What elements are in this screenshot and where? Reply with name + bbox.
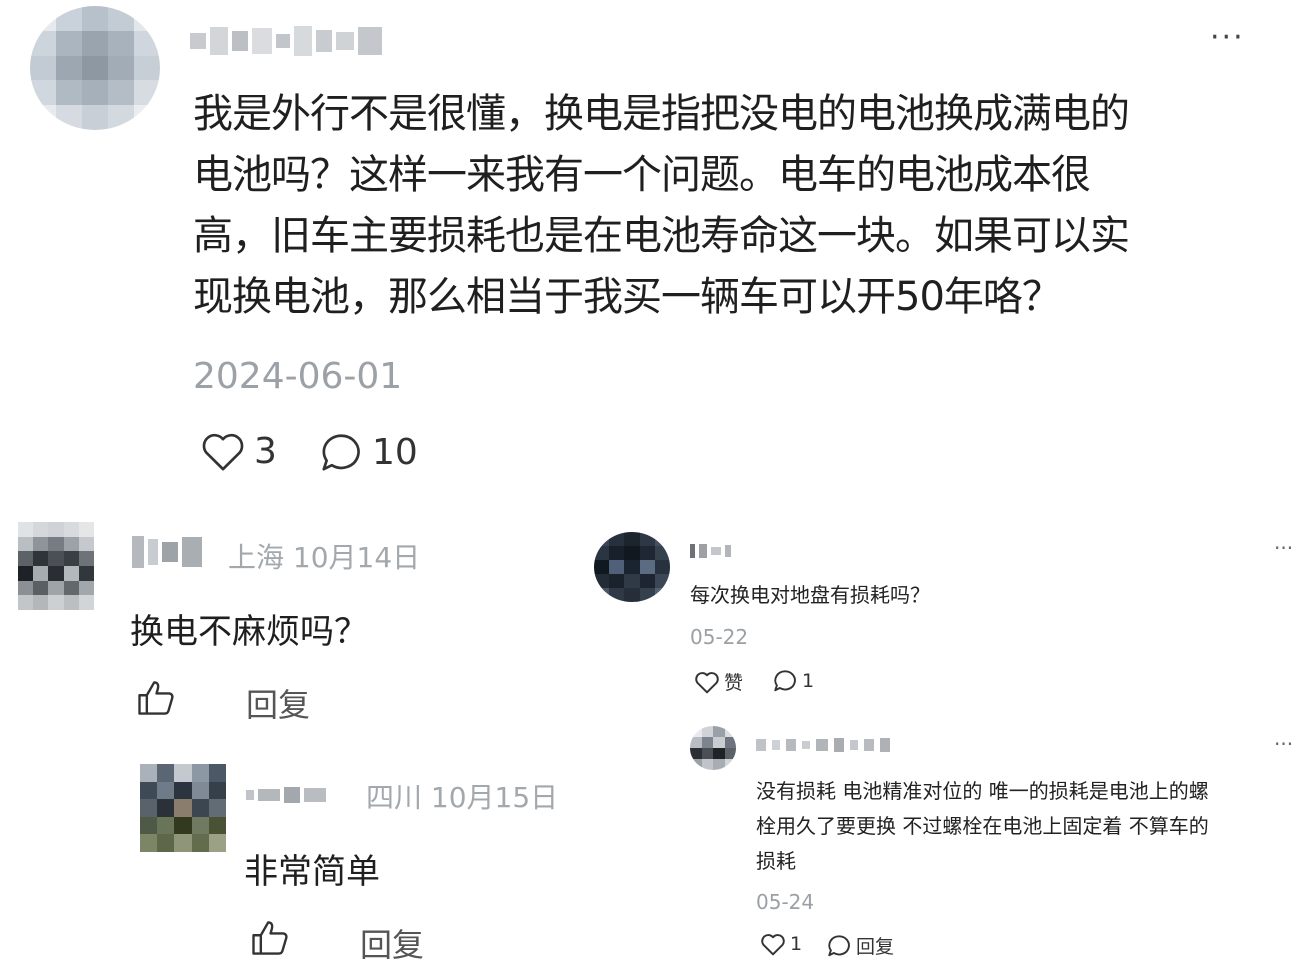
like-count: 3	[254, 430, 277, 472]
avatar[interactable]	[140, 764, 226, 852]
more-options-button[interactable]: ···	[1274, 732, 1293, 756]
reply-body: 没有损耗 电池精准对位的 唯一的损耗是电池上的螺 栓用久了要更换 不过螺栓在电池…	[756, 774, 1312, 879]
reply-button[interactable]: 回复	[360, 920, 424, 966]
thumbs-up-icon	[252, 921, 288, 955]
username-blurred[interactable]	[690, 542, 731, 560]
heart-icon	[760, 932, 786, 956]
username-blurred[interactable]	[246, 780, 326, 810]
thumbs-up-button[interactable]	[248, 916, 292, 960]
comment-bubble-icon	[826, 933, 852, 958]
comment-button[interactable]: 10	[318, 430, 418, 474]
heart-icon	[200, 430, 246, 472]
comment-count: 10	[372, 431, 418, 473]
comment-text: 换电不麻烦吗？	[130, 612, 368, 652]
avatar[interactable]	[690, 726, 736, 770]
comment-count: 1	[802, 669, 815, 692]
like-button[interactable]: 3	[200, 430, 277, 472]
avatar[interactable]	[18, 522, 94, 610]
comment-bubble-icon	[318, 430, 364, 474]
comment-date: 05-22	[690, 625, 749, 649]
reply-button[interactable]: 回复	[826, 932, 894, 959]
like-label: 赞	[724, 672, 744, 694]
like-button[interactable]: 1	[760, 932, 802, 956]
reply-text-line: 没有损耗 电池精准对位的 唯一的损耗是电池上的螺	[756, 779, 1209, 803]
post-text-line: 现换电池，那么相当于我买一辆车可以开50年咯？	[193, 274, 1062, 320]
like-button[interactable]: 赞	[694, 668, 743, 695]
comment-button[interactable]: 1	[772, 668, 814, 693]
reply-text: 非常简单	[244, 852, 380, 892]
reply-text-line: 损耗	[756, 849, 796, 873]
reply-location-date: 四川 10月15日	[366, 781, 559, 814]
username-blurred[interactable]	[190, 24, 382, 58]
comment-location-date: 上海 10月14日	[228, 541, 421, 574]
post-text-line: 高，旧车主要损耗也是在电池寿命这一块。如果可以实	[193, 213, 1130, 259]
post-text-line: 电池吗？这样一来我有一个问题。电车的电池成本很	[193, 152, 1091, 198]
avatar[interactable]	[30, 6, 160, 130]
comment-text: 每次换电对地盘有损耗吗？	[690, 583, 930, 607]
more-options-button[interactable]: ···	[1274, 536, 1293, 560]
like-count: 1	[790, 933, 803, 955]
post-text-line: 我是外行不是很懂，换电是指把没电的电池换成满电的	[193, 91, 1130, 137]
username-blurred[interactable]	[132, 534, 202, 570]
reply-button[interactable]: 回复	[246, 680, 310, 726]
username-blurred[interactable]	[756, 736, 890, 754]
comment-bubble-icon	[772, 668, 798, 693]
avatar[interactable]	[594, 532, 670, 602]
thumbs-up-button[interactable]	[134, 676, 178, 720]
reply-label: 回复	[856, 936, 895, 958]
heart-icon	[694, 670, 720, 694]
post-body: 我是外行不是很懂，换电是指把没电的电池换成满电的 电池吗？这样一来我有一个问题。…	[193, 84, 1283, 328]
more-options-button[interactable]: ···	[1210, 20, 1245, 55]
reply-text-line: 栓用久了要更换 不过螺栓在电池上固定着 不算车的	[756, 814, 1209, 838]
reply-date: 05-24	[756, 890, 815, 914]
post-date: 2024-06-01	[193, 356, 403, 397]
thumbs-up-icon	[138, 681, 174, 715]
